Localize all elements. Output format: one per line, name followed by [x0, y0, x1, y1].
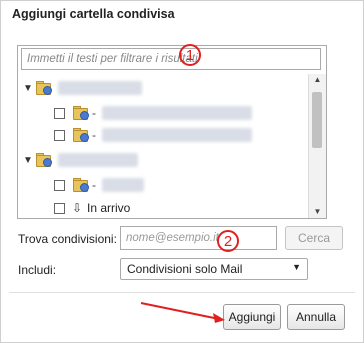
add-button[interactable]: Aggiungi [223, 304, 281, 330]
include-select[interactable]: Condivisioni solo Mail ▼ [120, 258, 308, 280]
tree-item-child-1[interactable]: - [54, 103, 252, 123]
chevron-down-icon: ▼ [292, 262, 301, 272]
tree-item-label [58, 153, 138, 167]
include-select-value: Condivisioni solo Mail [127, 262, 243, 276]
folder-tree: ▼ - - ▼ - ⇩ In arrivo [18, 74, 308, 218]
inbox-icon: ⇩ [71, 201, 83, 215]
expand-arrow-icon[interactable]: ▼ [22, 155, 34, 166]
find-shares-label: Trova condivisioni: [18, 232, 117, 246]
add-shared-folder-dialog: Aggiungi cartella condivisa ▼ - - [0, 0, 364, 343]
tree-item-group-2[interactable]: ▼ [22, 150, 138, 170]
find-shares-input[interactable] [120, 226, 277, 250]
tree-item-label [102, 178, 144, 192]
divider [9, 292, 355, 293]
annotation-marker-1: 1 [179, 44, 201, 66]
include-label: Includi: [18, 263, 57, 277]
tree-item-label [102, 106, 252, 120]
shared-folder-icon [73, 106, 89, 120]
tree-item-label [58, 81, 142, 95]
shared-folder-icon [36, 153, 52, 167]
tree-item-checkbox[interactable] [54, 202, 65, 214]
tree-item-checkbox[interactable] [54, 179, 65, 191]
shared-folder-icon [73, 178, 89, 192]
tree-item-child-2[interactable]: - [54, 125, 252, 145]
scroll-down-icon[interactable]: ▼ [309, 206, 326, 218]
annotation-marker-2: 2 [217, 230, 239, 252]
tree-item-checkbox[interactable] [54, 107, 65, 119]
expand-arrow-icon[interactable]: ▼ [22, 83, 34, 94]
scroll-up-icon[interactable]: ▲ [309, 74, 326, 86]
tree-item-checkbox[interactable] [54, 129, 65, 141]
tree-scrollbar[interactable]: ▲ ▼ [308, 74, 326, 218]
tree-item-label [102, 128, 252, 142]
tree-item-label: In arrivo [87, 201, 131, 215]
search-button[interactable]: Cerca [285, 226, 343, 250]
cancel-button[interactable]: Annulla [287, 304, 345, 330]
shared-folder-icon [36, 81, 52, 95]
tree-item-group-1[interactable]: ▼ [22, 78, 142, 98]
filter-input[interactable] [21, 48, 321, 70]
tree-item-child-3[interactable]: - [54, 175, 144, 195]
folder-tree-panel: ▼ - - ▼ [17, 45, 327, 219]
scroll-thumb[interactable] [312, 92, 322, 148]
annotation-arrow [140, 302, 225, 323]
tree-item-inbox[interactable]: ⇩ In arrivo [54, 198, 130, 218]
dialog-title: Aggiungi cartella condivisa [12, 7, 175, 21]
shared-folder-icon [73, 128, 89, 142]
